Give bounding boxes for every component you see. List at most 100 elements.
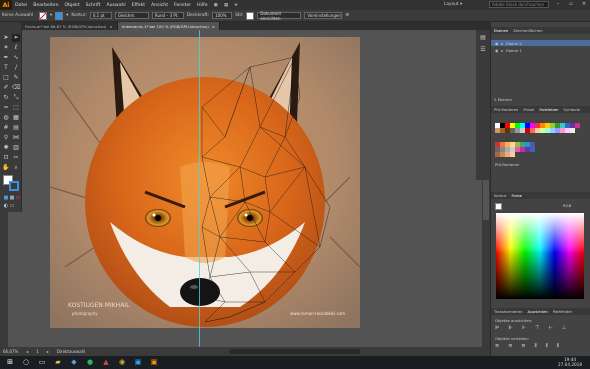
width-tool-icon[interactable]: ≈ <box>2 104 10 112</box>
brush-profile-select[interactable]: Gleichm. <box>114 12 149 19</box>
pen-tool-icon[interactable]: ✒ <box>2 54 10 62</box>
libraries-icon[interactable]: ▤ <box>479 34 487 42</box>
magic-wand-icon[interactable]: ✶ <box>2 44 10 52</box>
fox-photo-artboard[interactable]: KOSTIUGEN MIKHAIL photography www.roman-… <box>50 37 360 328</box>
align-left-icon[interactable]: ⊫ <box>495 325 499 331</box>
arrange-documents-icon[interactable]: ⊞ <box>345 13 349 18</box>
menu-ansicht[interactable]: Ansicht <box>151 3 168 8</box>
menu-fenster[interactable]: Fenster <box>174 3 191 8</box>
align-bottom-icon[interactable]: ⊥ <box>562 325 566 331</box>
horizontal-scrollbar[interactable] <box>230 349 360 354</box>
tab-brushes[interactable]: Pinsel <box>523 107 534 112</box>
visibility-icon[interactable]: ◉ <box>495 48 498 53</box>
lasso-tool-icon[interactable]: ℓ <box>12 44 20 52</box>
none-mode-icon[interactable]: ⊘ <box>14 194 22 202</box>
mesh-tool-icon[interactable]: # <box>2 124 10 132</box>
maximize-icon[interactable]: ▫ <box>567 1 575 8</box>
align-buttons[interactable]: ⊫ ⊪ ⊩ ⊤ ⊢ ⊥ <box>495 325 566 331</box>
tab-unbenannt[interactable]: Unbenannt-1* bei 100 % (RGB/GPU-Vorschau… <box>117 22 220 30</box>
search-icon[interactable]: ○ <box>20 357 32 368</box>
fill-dropdown-icon[interactable]: ▾ <box>50 13 52 18</box>
tab-stroke[interactable]: Kontur <box>494 193 507 198</box>
preferences-button[interactable]: Voreinstellungen <box>304 12 343 19</box>
opacity-field[interactable]: 100% <box>212 12 233 19</box>
rectangle-tool-icon[interactable]: □ <box>2 74 10 82</box>
close-icon[interactable]: ✕ <box>580 1 588 8</box>
windows-start-icon[interactable]: ⊞ <box>4 357 16 368</box>
brush-style-select[interactable]: Rund – 3 Pt. <box>151 12 184 19</box>
zoom-tool-icon[interactable]: ⌕ <box>12 164 20 172</box>
swatch-grid[interactable] <box>495 123 580 133</box>
close-tab-icon[interactable]: × <box>212 24 215 29</box>
tab-color[interactable]: Farbe <box>512 193 522 198</box>
tab-symbols[interactable]: Symbole <box>564 107 580 112</box>
tab-align[interactable]: Ausrichten <box>528 309 548 314</box>
gpu-icon[interactable]: ➤ <box>234 3 238 8</box>
task-view-icon[interactable]: ▭ <box>36 357 48 368</box>
next-artboard-icon[interactable]: ▸ <box>47 349 49 354</box>
expand-icon[interactable]: ▸ <box>501 41 503 46</box>
align-right-icon[interactable]: ⊩ <box>522 325 526 331</box>
paintbrush-tool-icon[interactable]: ✎ <box>12 74 20 82</box>
prev-artboard-icon[interactable]: ◂ <box>26 349 28 354</box>
menu-bearbeiten[interactable]: Bearbeiten <box>33 3 58 8</box>
system-clock[interactable]: 19:44 27.04.2018 <box>558 357 582 367</box>
illustrator-icon[interactable]: ▣ <box>148 357 160 368</box>
layer-row[interactable]: ◉ ▸ Ebene 2 <box>491 40 590 46</box>
color-spectrum[interactable] <box>496 213 584 299</box>
blend-tool-icon[interactable]: ⋈ <box>12 134 20 142</box>
artboard-tool-icon[interactable]: ⊡ <box>2 154 10 162</box>
menu-schrift[interactable]: Schrift <box>86 3 101 8</box>
distribute-left-icon[interactable]: ⫴ <box>535 343 537 349</box>
curvature-tool-icon[interactable]: ∿ <box>12 54 20 62</box>
menu-hilfe[interactable]: Hilfe <box>197 3 207 8</box>
distribute-right-icon[interactable]: ⫴ <box>557 343 559 349</box>
vertical-guide[interactable] <box>199 30 200 347</box>
menu-auswahl[interactable]: Auswahl <box>106 3 125 8</box>
explorer-icon[interactable]: ▰ <box>52 357 64 368</box>
direct-selection-tool-icon[interactable]: ➢ <box>12 34 20 42</box>
screen-mode-icon[interactable]: ▭ <box>8 202 16 210</box>
app-icon[interactable]: ▲ <box>100 357 112 368</box>
stroke-weight-field[interactable]: 0,1 pt <box>89 12 112 19</box>
align-top-icon[interactable]: ⊤ <box>535 325 539 331</box>
align-vcenter-icon[interactable]: ⊢ <box>548 325 552 331</box>
visibility-icon[interactable]: ◉ <box>495 41 498 46</box>
layer-row[interactable]: ◉ ▸ Ebene 1 <box>491 47 590 53</box>
align-hcenter-icon[interactable]: ⊪ <box>508 325 512 331</box>
color-mode[interactable]: RGB <box>563 203 571 208</box>
scale-tool-icon[interactable]: ⤡ <box>12 94 20 102</box>
chrome-icon[interactable]: ◉ <box>116 357 128 368</box>
menu-effekt[interactable]: Effekt <box>132 3 145 8</box>
eraser-tool-icon[interactable]: ⌫ <box>12 84 20 92</box>
eyedropper-icon[interactable]: ⚲ <box>2 134 10 142</box>
stroke-swatch[interactable] <box>55 11 64 20</box>
close-tab-icon[interactable]: × <box>109 24 112 29</box>
canvas-area[interactable]: KOSTIUGEN MIKHAIL photography www.roman-… <box>22 30 482 347</box>
type-tool-icon[interactable]: T <box>2 64 10 72</box>
selection-tool-icon[interactable]: ➤ <box>2 34 10 42</box>
tab-layers[interactable]: Ebenen <box>494 28 508 33</box>
distribute-bottom-icon[interactable]: ≡ <box>521 343 525 349</box>
graph-tool-icon[interactable]: ▥ <box>12 144 20 152</box>
document-setup-button[interactable]: Dokument einrichten <box>257 11 302 21</box>
stroke-color-box[interactable] <box>9 181 19 191</box>
shaper-tool-icon[interactable]: ✐ <box>2 84 10 92</box>
tab-swatches[interactable]: Farbfelder <box>539 107 558 112</box>
tab-transform[interactable]: Transformieren <box>494 309 523 314</box>
spotify-icon[interactable]: ● <box>84 357 96 368</box>
distribute-vcenter-icon[interactable]: ≡ <box>508 343 512 349</box>
distribute-top-icon[interactable]: ≡ <box>495 343 499 349</box>
distribute-hcenter-icon[interactable]: ⫴ <box>546 343 548 349</box>
app-icon[interactable]: ◆ <box>68 357 80 368</box>
photoshop-icon[interactable]: ▣ <box>132 357 144 368</box>
symbol-sprayer-icon[interactable]: ✺ <box>2 144 10 152</box>
stroke-dropdown-icon[interactable]: ▾ <box>66 13 68 18</box>
tab-fuchs[interactable]: Fuchs.ai* bei 66,67 % (RGB/GPU-Vorschau)… <box>21 22 118 30</box>
rotate-tool-icon[interactable]: ↻ <box>2 94 10 102</box>
properties-icon[interactable]: ☰ <box>479 46 487 54</box>
graphic-style-swatch[interactable] <box>246 11 255 20</box>
free-transform-icon[interactable]: ⬚ <box>12 104 20 112</box>
swatch-groups[interactable] <box>495 142 535 157</box>
tab-artboards[interactable]: Zeichenflächen <box>513 28 542 33</box>
